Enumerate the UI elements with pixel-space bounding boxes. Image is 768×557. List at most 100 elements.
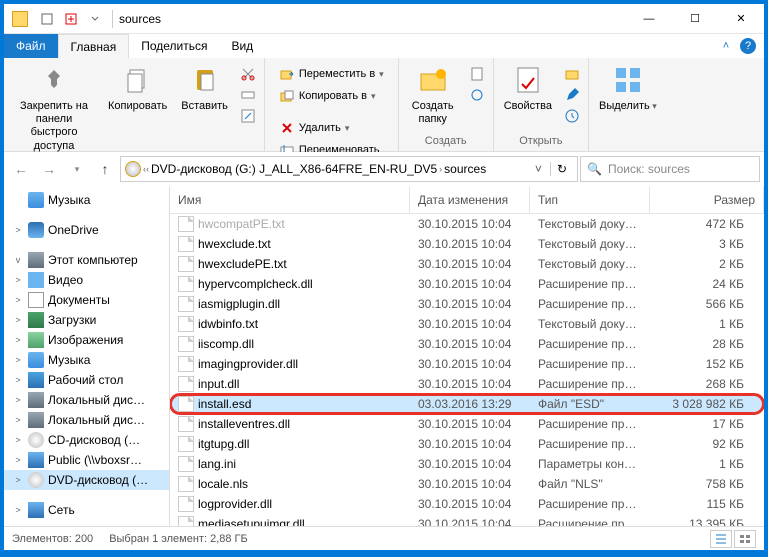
move-to-button[interactable]: Переместить в	[275, 64, 388, 84]
maximize-button[interactable]: ☐	[672, 4, 718, 34]
minimize-button[interactable]: —	[626, 4, 672, 34]
new-group-label: Создать	[403, 133, 489, 149]
chevron-right-icon[interactable]: ›	[439, 164, 442, 174]
expand-icon[interactable]: >	[12, 335, 24, 345]
tree-item[interactable]: >Локальный дис…	[4, 410, 169, 430]
file-row[interactable]: mediasetupuimgr.dll30.10.2015 10:04Расши…	[170, 514, 764, 526]
tree-item[interactable]: >Рабочий стол	[4, 370, 169, 390]
file-row[interactable]: installeventres.dll30.10.2015 10:04Расши…	[170, 414, 764, 434]
paste-shortcut-button[interactable]	[236, 106, 260, 126]
expand-icon[interactable]: >	[12, 275, 24, 285]
file-row[interactable]: input.dll30.10.2015 10:04Расширение при……	[170, 374, 764, 394]
col-date[interactable]: Дата изменения	[410, 186, 530, 213]
tree-item[interactable]: >Видео	[4, 270, 169, 290]
col-type[interactable]: Тип	[530, 186, 650, 213]
open-button[interactable]	[560, 64, 584, 84]
col-size[interactable]: Размер	[650, 186, 764, 213]
expand-icon[interactable]: >	[12, 455, 24, 465]
copy-to-button[interactable]: Копировать в	[275, 86, 380, 106]
file-size: 24 КБ	[650, 277, 764, 291]
address-dropdown-icon[interactable]: ˅	[529, 162, 548, 176]
tree-item[interactable]: Музыка	[4, 190, 169, 210]
refresh-icon[interactable]: ↻	[550, 162, 573, 176]
properties-button[interactable]: Свойства	[498, 60, 558, 117]
file-row[interactable]: install.esd03.03.2016 13:29Файл "ESD"3 0…	[170, 394, 764, 414]
file-row[interactable]: lang.ini30.10.2015 10:04Параметры конф…1…	[170, 454, 764, 474]
address-box[interactable]: ‹‹ DVD-дисковод (G:) J_ALL_X86-64FRE_EN-…	[120, 156, 578, 182]
file-icon	[178, 476, 194, 492]
file-row[interactable]: hwexcludePE.txt30.10.2015 10:04Текстовый…	[170, 254, 764, 274]
back-button[interactable]: ←	[8, 156, 34, 182]
file-row[interactable]: imagingprovider.dll30.10.2015 10:04Расши…	[170, 354, 764, 374]
paste-label: Вставить	[181, 100, 228, 113]
expand-icon[interactable]: >	[12, 415, 24, 425]
tree-item[interactable]: >OneDrive	[4, 220, 169, 240]
copy-icon	[122, 64, 154, 96]
expand-icon[interactable]: >	[12, 295, 24, 305]
expand-icon[interactable]: v	[12, 255, 24, 265]
select-button[interactable]: Выделить	[593, 60, 663, 117]
file-row[interactable]: iiscomp.dll30.10.2015 10:04Расширение пр…	[170, 334, 764, 354]
address-segment[interactable]: sources	[444, 162, 486, 176]
pin-button[interactable]: Закрепить на панели быстрого доступа	[8, 60, 100, 157]
expand-icon[interactable]: >	[12, 315, 24, 325]
copy-label: Копировать	[108, 100, 167, 113]
forward-button[interactable]: →	[36, 156, 62, 182]
expand-icon[interactable]: >	[12, 375, 24, 385]
file-row[interactable]: hwcompatPE.txt30.10.2015 10:04Текстовый …	[170, 214, 764, 234]
expand-icon[interactable]: >	[12, 435, 24, 445]
history-button[interactable]	[560, 106, 584, 126]
tree-item[interactable]: >CD-дисковод (…	[4, 430, 169, 450]
tree-item[interactable]: >Музыка	[4, 350, 169, 370]
tab-home[interactable]: Главная	[58, 34, 130, 58]
file-row[interactable]: iasmigplugin.dll30.10.2015 10:04Расширен…	[170, 294, 764, 314]
tree-item[interactable]: >DVD-дисковод (…	[4, 470, 169, 490]
expand-icon[interactable]: >	[12, 395, 24, 405]
new-folder-button[interactable]: Создать папку	[403, 60, 463, 130]
expand-icon[interactable]: >	[12, 355, 24, 365]
expand-icon[interactable]: >	[12, 505, 24, 515]
tree-item[interactable]: >Локальный дис…	[4, 390, 169, 410]
expand-icon[interactable]: >	[12, 225, 24, 235]
view-details-button[interactable]	[710, 530, 732, 548]
file-row[interactable]: itgtupg.dll30.10.2015 10:04Расширение пр…	[170, 434, 764, 454]
file-row[interactable]: idwbinfo.txt30.10.2015 10:04Текстовый до…	[170, 314, 764, 334]
tab-view[interactable]: Вид	[219, 34, 265, 58]
delete-button[interactable]: Удалить	[275, 118, 354, 138]
tree-item[interactable]: >Public (\\vboxsr…	[4, 450, 169, 470]
view-icons-button[interactable]	[734, 530, 756, 548]
collapse-ribbon-icon[interactable]: ˄	[716, 36, 736, 56]
address-segment[interactable]: DVD-дисковод (G:) J_ALL_X86-64FRE_EN-RU_…	[151, 162, 437, 176]
col-name[interactable]: Имя	[170, 186, 410, 213]
paste-extra	[236, 60, 260, 126]
tree-item[interactable]: >Сеть	[4, 500, 169, 520]
tree-item[interactable]: vЭтот компьютер	[4, 250, 169, 270]
tree-item[interactable]: >Документы	[4, 290, 169, 310]
qa-properties-icon[interactable]	[36, 8, 58, 30]
tab-share[interactable]: Поделиться	[129, 34, 219, 58]
nav-tree[interactable]: Музыка >OneDrive vЭтот компьютер>Видео>Док…	[4, 186, 170, 526]
up-button[interactable]: ↑	[92, 156, 118, 182]
tree-item[interactable]: >Загрузки	[4, 310, 169, 330]
file-list[interactable]: hwcompatPE.txt30.10.2015 10:04Текстовый …	[170, 214, 764, 526]
edit-button[interactable]	[560, 85, 584, 105]
easy-access-button[interactable]	[465, 85, 489, 105]
file-row[interactable]: logprovider.dll30.10.2015 10:04Расширени…	[170, 494, 764, 514]
tree-item[interactable]: >Изображения	[4, 330, 169, 350]
copy-button[interactable]: Копировать	[102, 60, 173, 117]
cut-button[interactable]	[236, 64, 260, 84]
file-row[interactable]: hypervcomplcheck.dll30.10.2015 10:04Расш…	[170, 274, 764, 294]
tab-file[interactable]: Файл	[4, 34, 58, 58]
close-button[interactable]: ✕	[718, 4, 764, 34]
new-item-button[interactable]	[465, 64, 489, 84]
file-row[interactable]: locale.nls30.10.2015 10:04Файл "NLS"758 …	[170, 474, 764, 494]
copy-path-button[interactable]	[236, 85, 260, 105]
paste-button[interactable]: Вставить	[175, 60, 234, 117]
qa-new-icon[interactable]	[60, 8, 82, 30]
expand-icon[interactable]: >	[12, 475, 24, 485]
recent-button[interactable]: ▾	[64, 156, 90, 182]
qa-dropdown-icon[interactable]	[84, 8, 106, 30]
search-input[interactable]: 🔍 Поиск: sources	[580, 156, 760, 182]
help-icon[interactable]: ?	[740, 38, 756, 54]
file-row[interactable]: hwexclude.txt30.10.2015 10:04Текстовый д…	[170, 234, 764, 254]
